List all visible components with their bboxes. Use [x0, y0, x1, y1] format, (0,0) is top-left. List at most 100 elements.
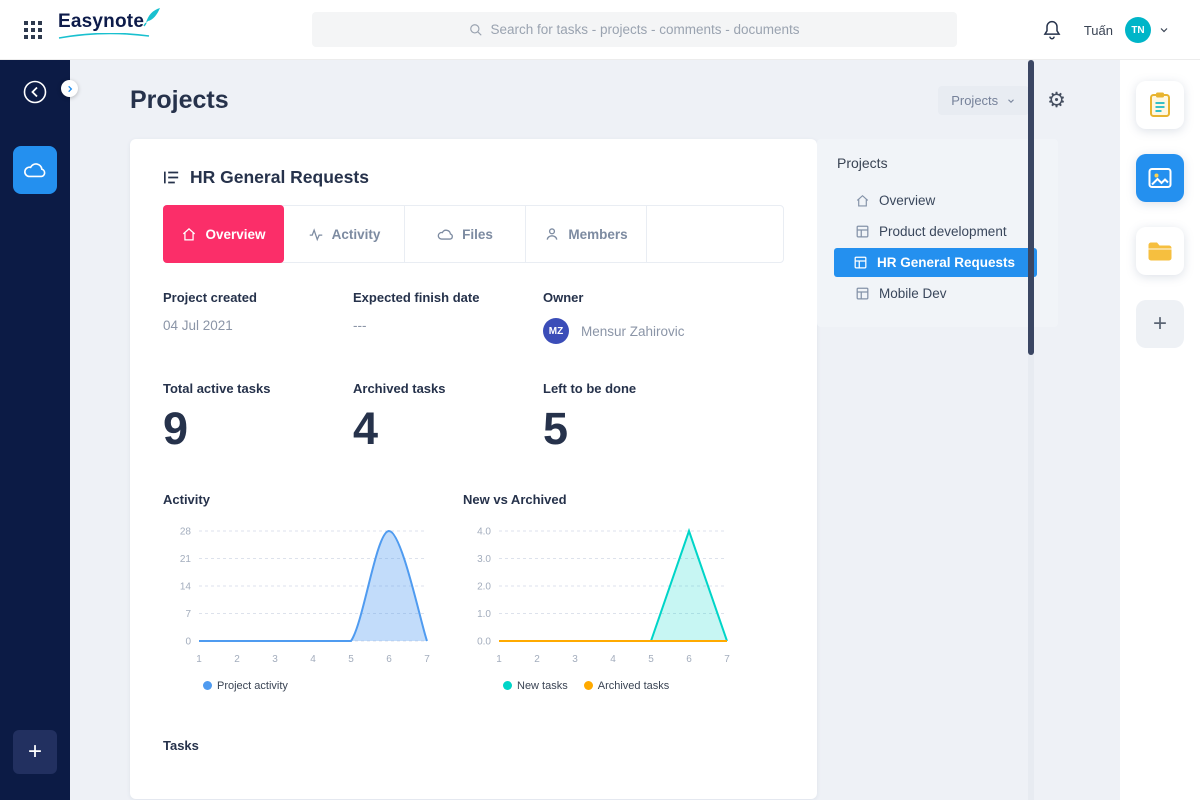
page-title: Projects — [130, 86, 229, 114]
panel-item-label: Overview — [879, 193, 936, 208]
user-name: Tuấn — [1083, 22, 1113, 38]
info-owner: Owner MZ Mensur Zahirovic — [543, 290, 733, 344]
chart-title: Activity — [163, 491, 210, 507]
svg-text:1: 1 — [196, 654, 202, 665]
svg-text:4: 4 — [310, 654, 316, 665]
owner-name: Mensur Zahirovic — [581, 323, 685, 339]
new-vs-archived-chart: New vs Archived 0.0 1.0 2.0 3.0 4.0 1 2 3 4 5 6 7 N… — [463, 492, 763, 692]
sidebar-expand-button[interactable] — [61, 80, 78, 97]
legend-dot — [203, 681, 212, 690]
tasks-section-heading: Tasks — [163, 737, 199, 753]
project-title: HR General Requests — [190, 167, 369, 187]
svg-text:14: 14 — [180, 581, 192, 592]
charts-row: Activity 0 7 14 21 28 1 2 3 4 5 6 7 Project activit… — [163, 492, 784, 692]
projects-view-dropdown[interactable]: Projects — [938, 86, 1030, 115]
svg-text:1: 1 — [496, 654, 502, 665]
panel-item-label: Product development — [879, 224, 1007, 239]
rail-notes-button[interactable] — [1136, 81, 1184, 129]
vertical-scrollbar[interactable] — [1028, 60, 1034, 800]
project-card: HR General Requests Overview Activity Fi… — [130, 139, 817, 799]
info-value: --- — [353, 318, 367, 333]
chevron-right-icon — [67, 85, 72, 92]
svg-text:0: 0 — [185, 636, 191, 647]
rail-add-button[interactable]: + — [1136, 300, 1184, 348]
search-input[interactable] — [312, 12, 957, 47]
tab-members[interactable]: Members — [526, 206, 647, 262]
svg-text:2: 2 — [234, 654, 240, 665]
user-avatar[interactable]: TN — [1125, 17, 1151, 43]
gear-icon[interactable]: ⚙ — [1047, 90, 1066, 111]
left-sidebar: + — [0, 60, 70, 800]
info-expected-finish: Expected finish date --- — [353, 290, 543, 344]
cloud-icon — [437, 229, 454, 240]
svg-text:4.0: 4.0 — [477, 526, 491, 537]
legend-item: Project activity — [203, 680, 288, 692]
bell-icon[interactable] — [1042, 19, 1062, 41]
project-tabs: Overview Activity Files Members — [163, 205, 784, 263]
stat-value: 5 — [543, 403, 569, 454]
info-label: Owner — [543, 290, 584, 305]
svg-text:2.0: 2.0 — [477, 581, 491, 592]
svg-text:7: 7 — [185, 609, 191, 620]
svg-text:6: 6 — [386, 654, 392, 665]
tab-activity[interactable]: Activity — [284, 206, 405, 262]
stat-value: 4 — [353, 403, 379, 454]
project-info-row: Project created 04 Jul 2021 Expected fin… — [163, 290, 784, 344]
panel-item-mobile-dev[interactable]: Mobile Dev — [817, 278, 1058, 309]
clipboard-icon — [1150, 92, 1170, 117]
activity-chart-canvas: 0 7 14 21 28 1 2 3 4 5 6 7 — [180, 526, 430, 665]
svg-text:5: 5 — [348, 654, 354, 665]
sidebar-item-cloud[interactable] — [13, 146, 57, 194]
tab-label: Overview — [205, 226, 266, 242]
app-window: Easynote Search for tasks - projects - c… — [0, 0, 1200, 800]
tab-label: Files — [462, 226, 493, 242]
rail-files-button[interactable] — [1136, 227, 1184, 275]
info-value: 04 Jul 2021 — [163, 318, 233, 333]
home-icon — [856, 194, 869, 207]
panel-item-hr-general-requests[interactable]: HR General Requests — [834, 248, 1037, 277]
collapse-back-button[interactable] — [23, 80, 47, 104]
tab-label: Activity — [331, 226, 381, 242]
svg-text:21: 21 — [180, 554, 192, 565]
dropdown-label: Projects — [951, 93, 999, 108]
activity-icon — [309, 227, 322, 241]
chart-legend: Project activity — [163, 680, 463, 692]
feather-icon — [143, 8, 161, 27]
scrollbar-thumb[interactable] — [1028, 60, 1034, 355]
svg-text:0.0: 0.0 — [477, 636, 491, 647]
tab-files[interactable]: Files — [405, 206, 526, 262]
projects-panel: Projects Overview Product development HR… — [817, 139, 1058, 327]
folder-icon — [1148, 242, 1172, 261]
owner-avatar[interactable]: MZ — [543, 318, 569, 344]
chevron-down-icon[interactable] — [1158, 24, 1170, 36]
svg-text:3.0: 3.0 — [477, 554, 491, 565]
info-label: Expected finish date — [353, 290, 480, 305]
tab-overview[interactable]: Overview — [163, 205, 284, 263]
svg-text:1.0: 1.0 — [477, 609, 491, 620]
panel-item-overview[interactable]: Overview — [817, 185, 1058, 216]
chevron-down-icon — [1008, 98, 1015, 103]
grid-icon — [854, 256, 867, 269]
svg-text:28: 28 — [180, 526, 192, 537]
svg-text:3: 3 — [572, 654, 578, 665]
tabs-filler — [647, 206, 783, 262]
tab-label: Members — [568, 226, 628, 242]
panel-item-product-development[interactable]: Product development — [817, 216, 1058, 247]
main-content: Projects Projects ⚙ HR General Requests … — [70, 60, 1120, 800]
logo-text: Easynote — [58, 11, 145, 32]
new-vs-archived-chart-canvas: 0.0 1.0 2.0 3.0 4.0 1 2 3 4 5 6 7 — [477, 526, 730, 665]
person-icon — [547, 228, 558, 240]
rail-projects-button[interactable] — [1136, 154, 1184, 202]
sidebar-add-button[interactable]: + — [13, 730, 57, 774]
svg-text:6: 6 — [686, 654, 692, 665]
stat-label: Total active tasks — [163, 381, 271, 396]
project-stats-row: Total active tasks 9 Archived tasks 4 Le… — [163, 381, 784, 454]
svg-text:4: 4 — [610, 654, 616, 665]
svg-text:2: 2 — [534, 654, 540, 665]
stat-left-to-do: Left to be done 5 — [543, 381, 733, 454]
legend-item: New tasks — [503, 680, 568, 692]
search-bar[interactable]: Search for tasks - projects - comments -… — [312, 12, 957, 47]
apps-grid-icon[interactable] — [24, 21, 42, 39]
logo[interactable]: Easynote — [58, 8, 168, 39]
grid-icon — [856, 225, 869, 238]
